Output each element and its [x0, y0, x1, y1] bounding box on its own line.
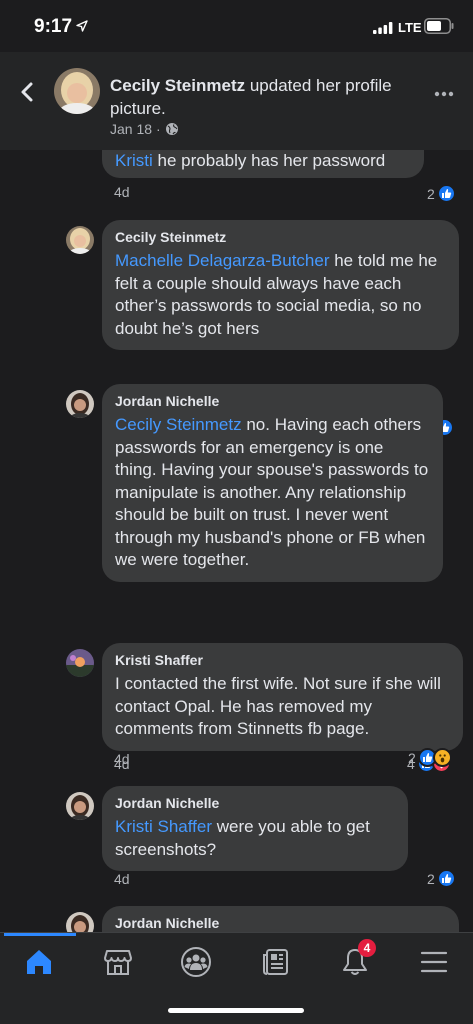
commenter-name[interactable]: Jordan Nichelle	[115, 392, 429, 410]
comment-reactions[interactable]: 2	[427, 869, 456, 888]
comment-time: 4d	[114, 751, 130, 767]
active-tab-indicator	[4, 933, 76, 936]
comment-text: Cecily Steinmetz no. Having each others …	[115, 414, 429, 572]
notification-badge: 4	[358, 939, 376, 957]
comment-reactions[interactable]: 2	[408, 748, 452, 767]
home-indicator	[168, 1008, 304, 1013]
menu-icon	[420, 951, 448, 973]
comment-time: 4d	[114, 871, 130, 887]
back-chevron-icon[interactable]	[14, 78, 42, 106]
commenter-avatar[interactable]	[66, 390, 94, 418]
tab-marketplace[interactable]	[98, 945, 138, 979]
comment-mention[interactable]: Kristi	[115, 151, 153, 170]
like-reaction-icon	[436, 869, 456, 888]
post-meta: Jan 18 ·	[110, 121, 179, 137]
meta-separator: ·	[156, 121, 161, 137]
comment-bubble[interactable]: Jordan Nichelle	[102, 906, 459, 932]
reaction-count: 2	[408, 749, 416, 766]
comments-list: Kristi he probably has her password 4d 2…	[0, 150, 473, 932]
commenter-name[interactable]: Cecily Steinmetz	[115, 228, 445, 246]
comment-text: Machelle Delagarza-Butcher he told me he…	[115, 250, 445, 340]
globe-icon	[165, 123, 178, 135]
comment-reactions[interactable]: 2	[427, 184, 456, 203]
like-reaction-icon	[436, 184, 456, 203]
location-arrow-icon	[76, 20, 88, 32]
status-bar: 9:17 LTE	[0, 0, 473, 52]
comment-bubble[interactable]: Kristi he probably has her password	[102, 150, 424, 178]
network-type: LTE	[398, 20, 422, 35]
comment-mention[interactable]: Machelle Delagarza-Butcher	[115, 251, 330, 270]
commenter-avatar[interactable]	[66, 649, 94, 677]
comment-bubble[interactable]: Jordan Nichelle Kristi Shaffer were you …	[102, 786, 408, 871]
home-icon	[27, 950, 51, 974]
comment-body: I contacted the first wife. Not sure if …	[115, 674, 441, 738]
tab-groups[interactable]	[176, 945, 216, 979]
comment-text: Kristi he probably has her password	[115, 150, 410, 173]
comment-text: I contacted the first wife. Not sure if …	[115, 673, 449, 741]
status-time: 9:17	[34, 16, 73, 37]
commenter-avatar[interactable]	[66, 912, 94, 932]
commenter-name[interactable]: Jordan Nichelle	[115, 914, 445, 932]
tab-news-feed[interactable]	[256, 945, 296, 979]
post-header: Cecily Steinmetz updated her profile pic…	[0, 52, 473, 150]
comment-bubble[interactable]: Kristi Shaffer I contacted the first wif…	[102, 643, 463, 751]
post-title: Cecily Steinmetz updated her profile pic…	[110, 74, 410, 120]
marketplace-icon	[104, 950, 132, 975]
screen: 9:17 LTE Cecily Steinmetz updated her pr…	[0, 0, 473, 1024]
wow-reaction-icon	[432, 748, 452, 767]
post-date[interactable]: Jan 18	[110, 121, 152, 137]
commenter-avatar[interactable]	[66, 792, 94, 820]
tab-menu[interactable]	[414, 945, 454, 979]
commenter-name[interactable]: Kristi Shaffer	[115, 651, 449, 669]
comment-bubble[interactable]: Jordan Nichelle Cecily Steinmetz no. Hav…	[102, 384, 443, 582]
comment-time: 4d	[114, 184, 130, 200]
comment-text: Kristi Shaffer were you able to get scre…	[115, 816, 394, 861]
reaction-count: 2	[427, 185, 435, 202]
author-avatar[interactable]	[54, 68, 100, 114]
tab-notifications[interactable]: 4	[335, 939, 376, 979]
battery-icon	[424, 18, 454, 34]
post-author[interactable]: Cecily Steinmetz	[110, 76, 245, 95]
comment-body: no. Having each others passwords for an …	[115, 415, 429, 569]
commenter-name[interactable]: Jordan Nichelle	[115, 794, 394, 812]
groups-icon	[181, 947, 211, 977]
news-feed-icon	[263, 949, 288, 975]
comment-mention[interactable]: Kristi Shaffer	[115, 817, 212, 836]
reaction-count: 2	[427, 870, 435, 887]
commenter-avatar[interactable]	[66, 226, 94, 254]
comment-bubble[interactable]: Cecily Steinmetz Machelle Delagarza-Butc…	[102, 220, 459, 350]
tab-home[interactable]	[19, 945, 59, 979]
cellular-signal-icon	[373, 22, 393, 34]
comment-body: he probably has her password	[152, 151, 386, 170]
more-options-icon[interactable]	[432, 82, 456, 106]
comment-mention[interactable]: Cecily Steinmetz	[115, 415, 242, 434]
